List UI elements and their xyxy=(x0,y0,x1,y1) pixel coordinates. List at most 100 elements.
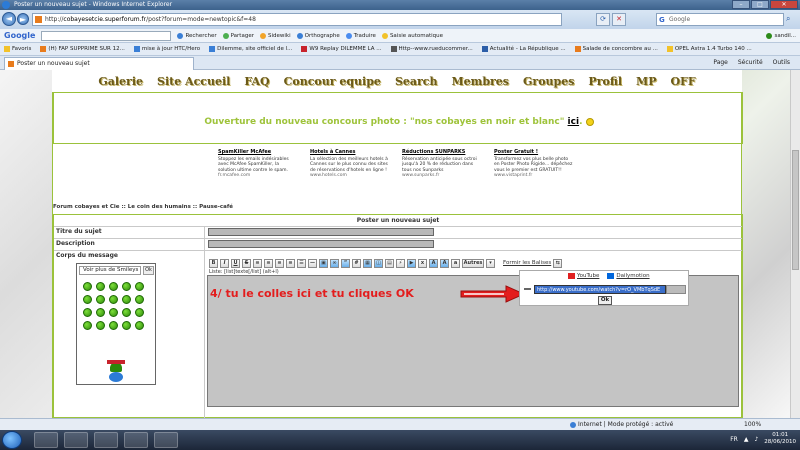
favorite-item[interactable]: (H) FAP SUPPRIME SUR 12... xyxy=(40,46,125,52)
taskbar-app-icon[interactable] xyxy=(124,432,148,448)
ad-item[interactable]: SpamKiller McAfee Stoppez les emails ind… xyxy=(218,149,298,179)
favorite-item[interactable]: Dilemme, site officiel de l... xyxy=(209,46,292,52)
nav-item-accueil[interactable]: Site Accueil xyxy=(157,75,230,88)
toolbar-item-sidewiki[interactable]: Sidewiki xyxy=(259,32,291,39)
stop-icon[interactable]: ✕ xyxy=(612,13,626,26)
table-icon[interactable]: ▦ xyxy=(363,258,372,268)
smiley-icon[interactable] xyxy=(96,282,105,291)
smiley-icon[interactable] xyxy=(109,321,118,330)
youtube-tab[interactable]: YouTube xyxy=(568,273,599,279)
dailymotion-tab[interactable]: Dailymotion xyxy=(607,273,650,279)
nav-item-off[interactable]: OFF xyxy=(670,75,695,88)
autres-button[interactable]: Autres xyxy=(462,258,484,268)
favorite-item[interactable]: OPEL Astra 1.4 Turbo 140 ... xyxy=(666,46,752,52)
toolbar-item-spellcheck[interactable]: Orthographe xyxy=(296,32,340,39)
search-icon[interactable]: ⌕ xyxy=(786,14,798,26)
explorer-icon[interactable] xyxy=(34,432,58,448)
hide-icon[interactable]: ▤ xyxy=(385,258,394,268)
smiley-icon[interactable] xyxy=(122,295,131,304)
close-button[interactable]: ✕ xyxy=(770,0,798,9)
nav-item-profil[interactable]: Profil xyxy=(588,75,622,88)
search-input[interactable]: G Google xyxy=(656,13,784,26)
video-ok-button[interactable]: Ok xyxy=(598,296,612,305)
more-icon[interactable]: ▾ xyxy=(486,258,495,268)
tab-active[interactable]: Poster un nouveau sujet xyxy=(4,57,194,70)
favorite-item[interactable]: Salade de concombre au ... xyxy=(574,46,658,52)
smiley-icon[interactable] xyxy=(96,308,105,317)
smiley-icon[interactable] xyxy=(135,308,144,317)
internet-explorer-icon[interactable] xyxy=(94,432,118,448)
smiley-icon[interactable] xyxy=(83,321,92,330)
smileys-select[interactable]: Voir plus de Smileys xyxy=(79,266,141,275)
start-button[interactable] xyxy=(2,431,22,449)
command-page[interactable]: Page xyxy=(713,57,728,69)
media-player-icon[interactable] xyxy=(64,432,88,448)
image-icon[interactable]: ▣ xyxy=(319,258,328,268)
nav-item-concours[interactable]: Concour equipe xyxy=(284,75,381,88)
maximize-button[interactable]: □ xyxy=(751,0,769,9)
favorite-item[interactable]: Http--www.rueducommer... xyxy=(390,46,473,52)
volume-icon[interactable]: ♪ xyxy=(754,436,758,443)
mascot-smiley-icon[interactable] xyxy=(107,360,125,382)
refresh-icon[interactable]: ⟳ xyxy=(596,13,610,26)
back-button[interactable]: ◄ xyxy=(2,12,16,26)
breadcrumb[interactable]: Forum cobayes et Cie :: Le coin des huma… xyxy=(53,204,233,210)
smiley-icon[interactable] xyxy=(135,321,144,330)
smiley-icon[interactable] xyxy=(109,295,118,304)
font-icon[interactable]: A xyxy=(440,258,449,268)
favorite-item[interactable]: W9 Replay DILEMME LA ... xyxy=(301,46,382,52)
toolbar-item-search[interactable]: Rechercher xyxy=(177,32,217,39)
quote-icon[interactable]: “ xyxy=(341,258,350,268)
underline-button[interactable]: U xyxy=(231,258,240,268)
security-zone[interactable]: Internet | Mode protégé : activé xyxy=(570,419,673,430)
nav-item-mp[interactable]: MP xyxy=(636,75,656,88)
align-center-icon[interactable]: ≡ xyxy=(264,258,273,268)
ad-item[interactable]: Réductions SUNPARKS Réservation anticipé… xyxy=(402,149,482,179)
strike-button[interactable]: S xyxy=(242,258,251,268)
smiley-icon[interactable] xyxy=(135,282,144,291)
favorite-item[interactable]: mise à jour HTC/Hero xyxy=(133,46,200,52)
align-right-icon[interactable]: ≡ xyxy=(275,258,284,268)
taskbar-app-icon[interactable] xyxy=(154,432,178,448)
clock[interactable]: 01:01 28/06/2010 xyxy=(764,432,796,446)
message-textarea[interactable]: 4/ tu le colles ici et tu cliques OK You… xyxy=(207,270,739,407)
scrollbar-thumb[interactable] xyxy=(792,150,799,270)
nav-item-groupes[interactable]: Groupes xyxy=(523,75,574,88)
subject-input[interactable] xyxy=(208,228,434,236)
forward-button[interactable]: ► xyxy=(17,13,29,25)
bold-button[interactable]: B xyxy=(209,258,218,268)
nav-item-faq[interactable]: FAQ xyxy=(244,75,269,88)
toolbar-item-share[interactable]: Partager xyxy=(222,32,254,39)
smiley-icon[interactable] xyxy=(122,321,131,330)
smiley-icon[interactable] xyxy=(96,295,105,304)
smiley-icon[interactable] xyxy=(96,321,105,330)
google-toolbar-input[interactable] xyxy=(41,30,172,41)
align-left-icon[interactable]: ≡ xyxy=(253,258,262,268)
video-icon[interactable]: ▶ xyxy=(407,258,416,268)
list-icon[interactable]: ☰ xyxy=(297,258,306,268)
toggle-wysiwyg-icon[interactable]: ⇆ xyxy=(553,258,563,268)
command-security[interactable]: Sécurité xyxy=(738,57,763,69)
description-input[interactable] xyxy=(208,240,434,248)
url-input[interactable]: http://cobayesetcie.superforum.fr/post?f… xyxy=(32,13,562,26)
ad-item[interactable]: Poster Gratuit ! Transformez vos plus be… xyxy=(494,149,574,179)
sub-icon[interactable]: x xyxy=(418,258,427,268)
smiley-icon[interactable] xyxy=(83,295,92,304)
favorites-button[interactable]: Favoris xyxy=(4,46,31,52)
flash-icon[interactable]: ⚡ xyxy=(396,258,405,268)
size-icon[interactable]: a xyxy=(451,258,460,268)
rule-icon[interactable]: — xyxy=(308,258,317,268)
nav-item-membres[interactable]: Membres xyxy=(452,75,510,88)
minimize-button[interactable]: – xyxy=(732,0,750,9)
smiley-icon[interactable] xyxy=(122,308,131,317)
announcement-link[interactable]: ici xyxy=(568,117,580,127)
smiley-icon[interactable] xyxy=(83,282,92,291)
smiley-icon[interactable] xyxy=(83,308,92,317)
tray-arrow-icon[interactable]: ▲ xyxy=(744,436,749,443)
code-icon[interactable]: # xyxy=(352,258,361,268)
smiley-icon[interactable] xyxy=(109,282,118,291)
language-indicator[interactable]: FR xyxy=(730,436,738,443)
nav-item-galerie[interactable]: Galerie xyxy=(98,75,143,88)
toolbar-item-user[interactable]: sandil... xyxy=(766,32,796,39)
video-url-input[interactable]: http://www.youtube.com/watch?v=rO_VMbTqS… xyxy=(534,285,666,294)
